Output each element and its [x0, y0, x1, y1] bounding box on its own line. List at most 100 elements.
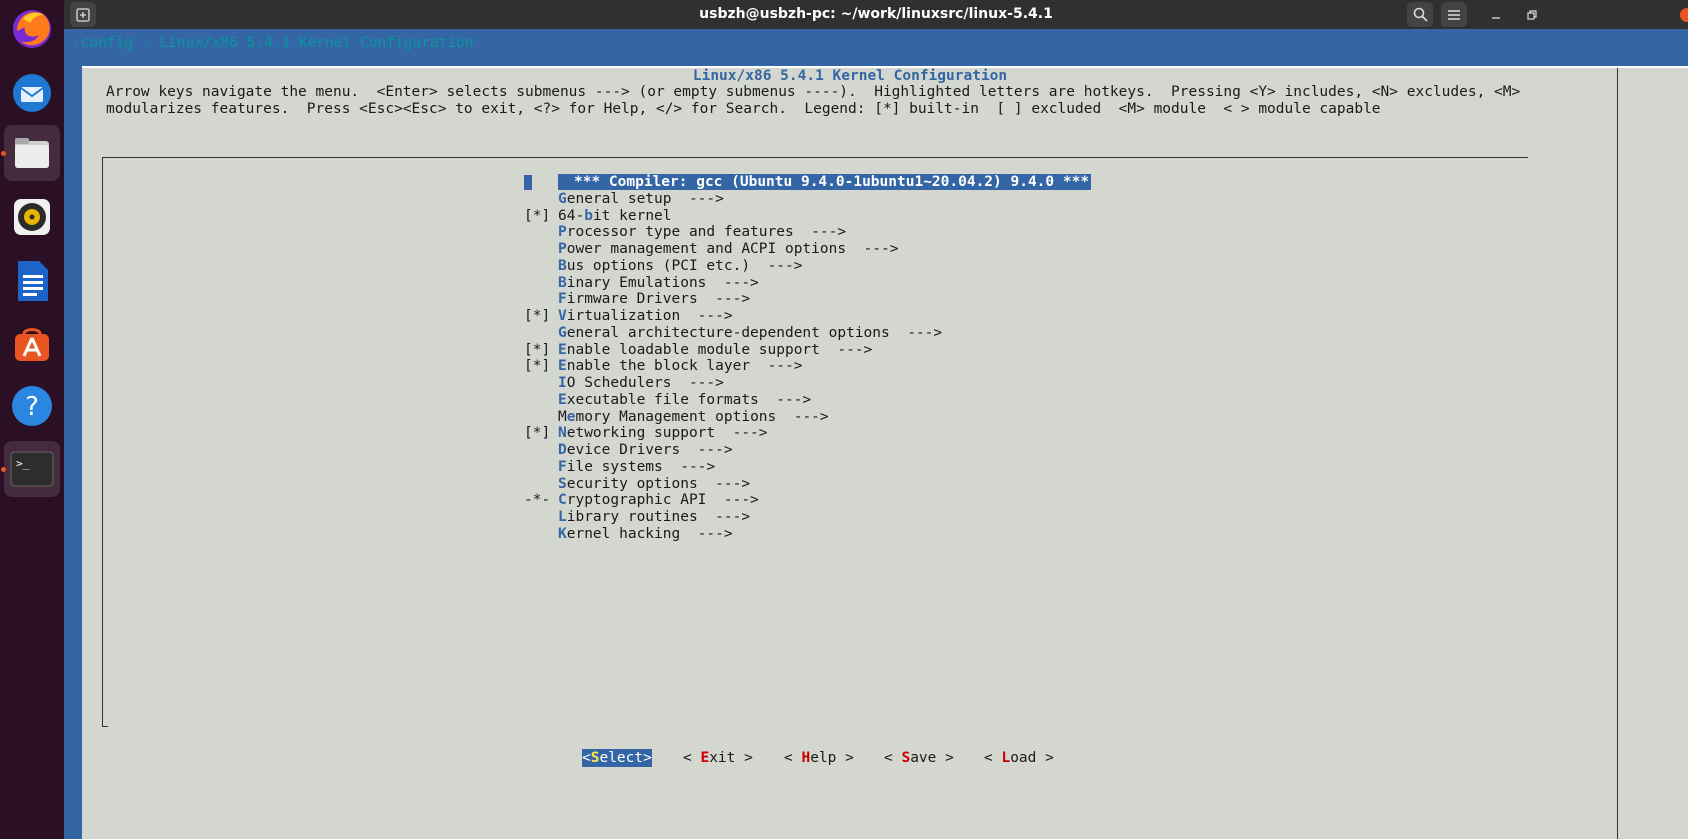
menu-item[interactable]: [*] Enable loadable module support ---> [524, 342, 872, 359]
menu-hotkey: K [558, 525, 567, 542]
thunderbird-launcher[interactable] [4, 64, 60, 120]
menu-item[interactable]: -*- Cryptographic API ---> [524, 492, 759, 509]
save-button[interactable]: < Save > [884, 749, 954, 767]
search-icon [1413, 7, 1428, 22]
menu-text: nable the block layer ---> [566, 358, 803, 375]
terminal-launcher[interactable]: >_ [4, 441, 60, 497]
menu-text: rocessor type and features ---> [566, 224, 847, 241]
button-text: < [884, 750, 902, 766]
button-text: oad > [1010, 750, 1054, 766]
menu-item-state [524, 174, 558, 191]
search-button[interactable] [1407, 2, 1433, 27]
menu-text: us options (PCI etc.) ---> [566, 257, 803, 274]
menu-hotkey: L [558, 509, 567, 525]
menu-item-label: Executable file formats ---> [558, 392, 811, 408]
menu-item[interactable]: [*] 64-bit kernel [524, 208, 672, 225]
button-text: elp > [810, 750, 854, 766]
exit-button[interactable]: < Exit > [683, 749, 753, 767]
menu-item[interactable]: *** Compiler: gcc (Ubuntu 9.4.0-1ubuntu1… [524, 174, 1092, 191]
menu-item-label: Binary Emulations ---> [558, 275, 759, 291]
menu-item[interactable]: Kernel hacking ---> [524, 526, 733, 543]
menu-text: eneral architecture-dependent options --… [566, 324, 943, 341]
menu-item[interactable]: Library routines ---> [524, 509, 750, 526]
menu-hotkey: P [558, 241, 567, 257]
menu-text: ryptographic API ---> [566, 492, 759, 509]
menu-box-border-bottom [102, 726, 108, 727]
maximize-button[interactable] [1520, 2, 1544, 27]
minimize-button[interactable] [1484, 2, 1508, 27]
menu-item[interactable]: Executable file formats ---> [524, 392, 811, 409]
menu-hotkey: S [558, 475, 567, 492]
menu-hotkey: F [558, 458, 567, 475]
close-button[interactable] [1680, 8, 1688, 22]
menu-item[interactable]: File systems ---> [524, 459, 715, 476]
menu-hotkey: B [558, 274, 567, 291]
menu-item[interactable]: Bus options (PCI etc.) ---> [524, 258, 802, 275]
terminal-view[interactable]: .config - Linux/x86 5.4.1 Kernel Configu… [64, 29, 1688, 839]
menu-item-label: Security options ---> [558, 476, 750, 492]
menu-item[interactable]: General setup ---> [524, 191, 724, 208]
menu-item-state: [*] [524, 341, 551, 358]
menu-item-label: General setup ---> [558, 191, 724, 207]
button-text: < [984, 750, 1002, 766]
button-hotkey: E [700, 750, 710, 766]
menu-item[interactable]: Security options ---> [524, 476, 750, 493]
menu-item[interactable]: Firmware Drivers ---> [524, 291, 750, 308]
minimize-icon [1492, 16, 1500, 19]
load-button[interactable]: < Load > [984, 749, 1054, 767]
menu-item-label: Library routines ---> [558, 509, 750, 525]
dock: ? >_ [0, 0, 64, 839]
menu-item-label: Device Drivers ---> [558, 442, 733, 458]
menu-button[interactable] [1441, 2, 1467, 27]
menu-item[interactable]: [*] Virtualization ---> [524, 308, 733, 325]
selection-cursor [524, 174, 532, 190]
firefox-launcher[interactable] [4, 0, 60, 56]
help-launcher[interactable]: ? [4, 378, 60, 434]
menu-hotkey: B [558, 257, 567, 274]
menu-item-label: File systems ---> [558, 459, 715, 475]
dialog-border-right [1617, 68, 1618, 839]
menu-item[interactable]: Power management and ACPI options ---> [524, 241, 898, 258]
menu-item[interactable]: Binary Emulations ---> [524, 275, 759, 292]
rhythmbox-icon [14, 199, 50, 235]
app-center-launcher[interactable] [4, 315, 60, 371]
menu-item-label: Cryptographic API ---> [558, 492, 759, 508]
menu-hotkey: N [558, 425, 567, 442]
button-text: < [582, 750, 591, 766]
menu-hotkey: b [584, 207, 593, 224]
button-text: elect> [599, 750, 652, 766]
select-button[interactable]: <Select> [582, 749, 652, 767]
menu-text: nable loadable module support ---> [566, 341, 873, 358]
terminal-icon: >_ [10, 451, 54, 487]
menu-item[interactable]: IO Schedulers ---> [524, 375, 724, 392]
menu-text: mory Management options ---> [575, 408, 829, 425]
menu-text: ile systems ---> [566, 458, 716, 475]
rhythmbox-launcher[interactable] [4, 189, 60, 245]
files-launcher[interactable] [4, 125, 60, 181]
menu-item-state: [*] [524, 207, 551, 224]
menu-item-label: Enable loadable module support ---> [558, 342, 872, 358]
menu-item-label: Virtualization ---> [558, 308, 733, 324]
libreoffice-writer-launcher[interactable] [4, 253, 60, 309]
menu-text: *** Compiler: gcc (Ubuntu 9.4.0-1ubuntu1… [574, 174, 1090, 190]
firefox-icon [13, 10, 51, 48]
menu-hotkey: C [558, 492, 567, 509]
menu-item[interactable]: [*] Enable the block layer ---> [524, 358, 802, 375]
menuconfig-backtitle: .config - Linux/x86 5.4.1 Kernel Configu… [72, 35, 474, 51]
menu-item[interactable]: General architecture-dependent options -… [524, 325, 942, 342]
menu-item[interactable]: Processor type and features ---> [524, 224, 846, 241]
menu-hotkey: G [558, 190, 567, 207]
help-line-1: Arrow keys navigate the menu. <Enter> se… [106, 84, 1521, 100]
menu-text: ernel hacking ---> [566, 525, 733, 542]
button-text: < [683, 750, 701, 766]
menu-item-label: Networking support ---> [558, 425, 768, 441]
help-button[interactable]: < Help > [784, 749, 854, 767]
menu-item[interactable]: Device Drivers ---> [524, 442, 733, 459]
help-icon: ? [12, 386, 52, 426]
menu-item-label: Kernel hacking ---> [558, 526, 733, 542]
menu-item-state: [*] [524, 425, 551, 442]
menu-item-label: 64-bit kernel [558, 208, 672, 224]
menu-hotkey: D [558, 442, 567, 458]
menu-item[interactable]: [*] Networking support ---> [524, 425, 768, 442]
menu-item[interactable]: Memory Management options ---> [524, 409, 829, 426]
